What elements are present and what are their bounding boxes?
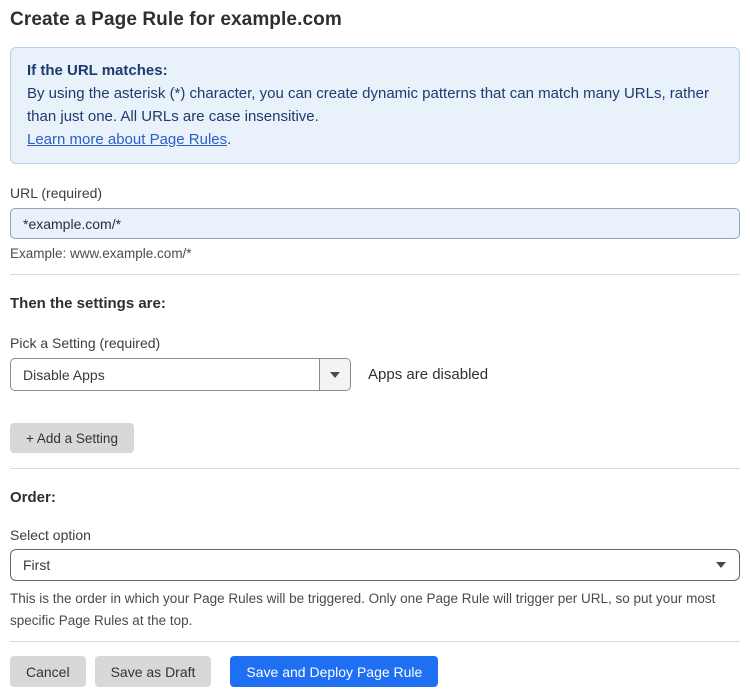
order-help-text: This is the order in which your Page Rul… — [10, 591, 716, 628]
setting-row: Disable Apps Apps are disabled — [10, 358, 740, 391]
url-match-info-box: If the URL matches: By using the asteris… — [10, 47, 740, 164]
save-as-draft-button[interactable]: Save as Draft — [94, 656, 212, 687]
info-box-heading: If the URL matches: — [27, 62, 168, 79]
page-title: Create a Page Rule for example.com — [10, 9, 342, 30]
url-example-text: Example: www.example.com/* — [10, 246, 192, 261]
chevron-down-icon — [330, 371, 340, 378]
info-box-link-line: Learn more about Page Rules. — [27, 128, 723, 151]
setting-select[interactable]: Disable Apps — [10, 358, 351, 391]
order-heading: Order: — [10, 489, 56, 506]
order-select-arrow-holder — [716, 562, 739, 568]
setting-status-text: Apps are disabled — [368, 366, 489, 383]
info-box-body: By using the asterisk (*) character, you… — [27, 85, 709, 125]
url-field-label: URL (required) — [10, 185, 103, 201]
save-and-deploy-button[interactable]: Save and Deploy Page Rule — [230, 656, 439, 687]
link-period: . — [227, 131, 232, 148]
order-select-value: First — [23, 557, 51, 573]
url-input[interactable] — [10, 208, 740, 239]
chevron-down-icon — [716, 562, 726, 568]
order-select[interactable]: First — [10, 549, 740, 581]
cancel-button[interactable]: Cancel — [10, 656, 86, 687]
section-divider — [10, 274, 740, 275]
settings-heading: Then the settings are: — [10, 295, 166, 312]
pick-setting-label: Pick a Setting (required) — [10, 335, 161, 351]
footer-divider — [10, 641, 740, 642]
order-select-label: Select option — [10, 527, 91, 543]
footer-actions: Cancel Save as Draft Save and Deploy Pag… — [10, 656, 740, 687]
section-divider — [10, 468, 740, 469]
add-setting-button[interactable]: + Add a Setting — [10, 423, 134, 453]
setting-select-value: Disable Apps — [23, 366, 105, 383]
learn-more-link[interactable]: Learn more about Page Rules — [27, 131, 227, 148]
setting-select-arrow-button[interactable] — [319, 359, 350, 390]
